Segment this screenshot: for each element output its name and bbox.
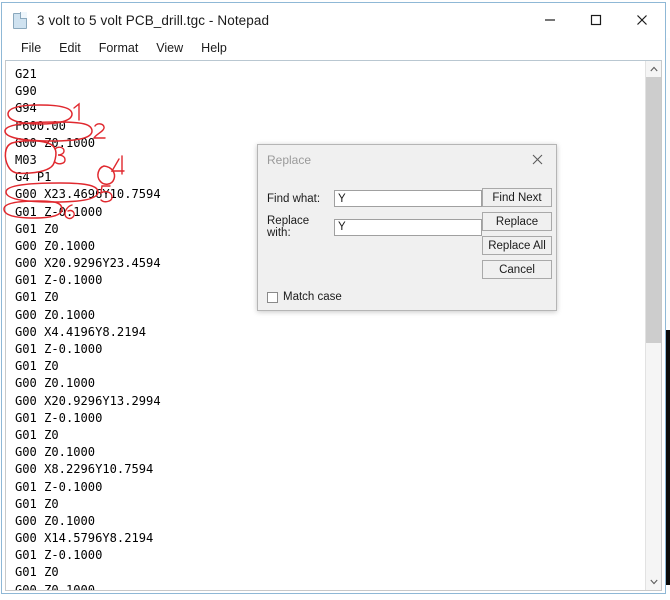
scroll-up-arrow[interactable]	[646, 61, 661, 77]
text-line: G00 Z0.1000	[15, 582, 96, 591]
text-line: F600.00	[15, 118, 66, 133]
notepad-document-icon	[13, 11, 28, 29]
text-line: G01 Z-0.1000	[15, 273, 103, 288]
text-line: G00 X14.5796Y8.2194	[15, 531, 154, 546]
match-case-label: Match case	[283, 291, 342, 303]
text-area[interactable]: G21 G90 G94 F600.00 G00 Z0.1000 M03 G4 P1 G00 X…	[5, 60, 662, 591]
find-next-button[interactable]: Find Next	[482, 188, 552, 207]
vertical-scrollbar[interactable]	[645, 61, 661, 590]
dialog-title: Replace	[267, 152, 312, 167]
text-line: G00 X4.4196Y8.2194	[15, 324, 147, 339]
scroll-down-arrow[interactable]	[646, 574, 661, 590]
text-line: G01 Z0	[15, 290, 59, 305]
text-line: G00 Z0.1000	[15, 238, 96, 253]
menu-item-format[interactable]: Format	[90, 41, 148, 55]
chevron-down-icon	[650, 579, 658, 585]
text-line: G21	[15, 67, 37, 81]
text-line: G00 Z0.1000	[15, 307, 96, 322]
text-line: G00 Z0.1000	[15, 376, 96, 391]
text-line: G00 Z0.1000	[15, 445, 96, 460]
match-case-checkbox[interactable]	[267, 291, 278, 303]
text-line: G00 Z0.1000	[15, 513, 96, 528]
text-line: G01 Z0	[15, 427, 59, 442]
maximize-button[interactable]	[573, 3, 619, 37]
close-button[interactable]	[619, 3, 665, 37]
text-line: G01 Z-0.1000	[15, 204, 103, 219]
close-icon	[637, 15, 647, 25]
close-icon	[532, 154, 543, 165]
menu-item-edit[interactable]: Edit	[50, 41, 90, 55]
window-controls	[527, 3, 665, 37]
text-line: G01 Z-0.1000	[15, 548, 103, 563]
menu-bar: File Edit Format View Help	[2, 37, 665, 58]
text-line: G01 Z0	[15, 221, 59, 236]
find-what-label: Find what:	[267, 192, 321, 205]
text-content: G21 G90 G94 F600.00 G00 Z0.1000 M03 G4 P1 G00 X…	[15, 66, 161, 591]
text-line: G01 Z0	[15, 565, 59, 580]
chevron-up-icon	[650, 66, 658, 72]
find-what-input[interactable]	[334, 190, 482, 207]
cancel-button[interactable]: Cancel	[482, 260, 552, 279]
replace-all-button[interactable]: Replace All	[482, 236, 552, 255]
replace-with-label: Replace with:	[267, 215, 310, 239]
text-line: M03	[15, 152, 37, 167]
minimize-icon	[545, 19, 555, 21]
window-title: 3 volt to 5 volt PCB_drill.tgc - Notepad	[37, 12, 270, 28]
text-line: G00 X20.9296Y13.2994	[15, 393, 161, 408]
menu-item-file[interactable]: File	[12, 41, 50, 55]
text-line: G00 X20.9296Y23.4594	[15, 256, 161, 271]
text-line: G00 X8.2296Y10.7594	[15, 462, 154, 477]
maximize-icon	[590, 14, 602, 26]
text-line: G4 P1	[15, 170, 52, 185]
text-line: G90	[15, 84, 37, 99]
title-bar: 3 volt to 5 volt PCB_drill.tgc - Notepad	[2, 3, 665, 37]
text-line: G01 Z0	[15, 359, 59, 374]
text-line: G94	[15, 101, 37, 116]
replace-with-row: Replace with:	[267, 215, 482, 239]
scrollbar-thumb[interactable]	[646, 77, 661, 343]
menu-item-help[interactable]: Help	[192, 41, 236, 55]
dialog-close-button[interactable]	[519, 145, 556, 174]
text-line: G01 Z0	[15, 496, 59, 511]
minimize-button[interactable]	[527, 3, 573, 37]
text-line: G01 Z-0.1000	[15, 410, 103, 425]
replace-dialog: Replace Find what: Replace with: Find Ne…	[257, 144, 557, 311]
text-line: G01 Z-0.1000	[15, 342, 103, 356]
text-line: G00 X23.4696Y10.7594	[15, 187, 161, 202]
match-case-row[interactable]: Match case	[267, 291, 342, 303]
screen: rv rv oc sv or or c 3 volt to 5 volt PCB…	[0, 0, 670, 600]
replace-button[interactable]: Replace	[482, 212, 552, 231]
text-line: G01 Z-0.1000	[15, 479, 103, 494]
menu-item-view[interactable]: View	[147, 41, 192, 55]
replace-with-input[interactable]	[334, 218, 482, 236]
text-line: G00 Z0.1000	[15, 135, 96, 150]
find-what-row: Find what:	[267, 190, 482, 207]
dialog-body: Find what: Replace with: Find Next Repla…	[258, 174, 556, 312]
dialog-title-bar: Replace	[258, 145, 556, 174]
